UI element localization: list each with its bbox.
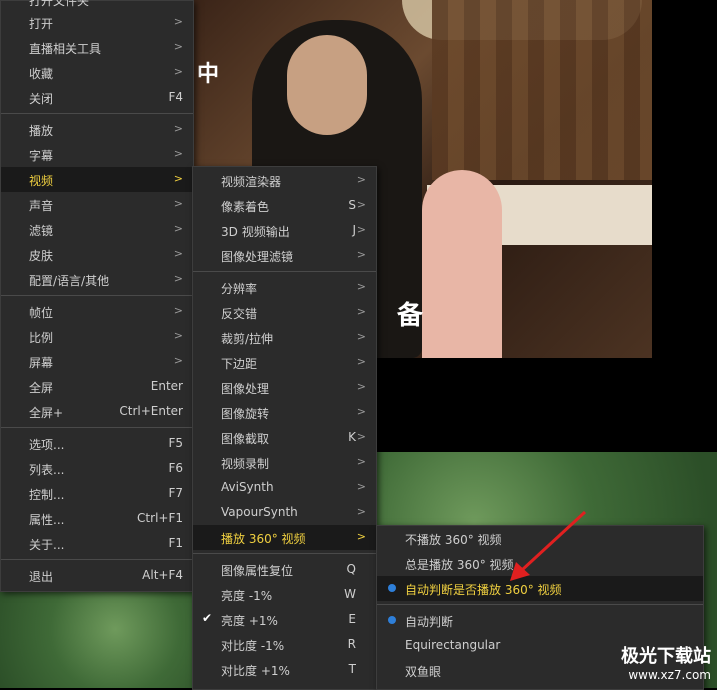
- menu-item-config[interactable]: 配置/语言/其他 >: [1, 267, 193, 292]
- chevron-right-icon: >: [356, 505, 366, 518]
- menu-item-live-tools[interactable]: 直播相关工具 >: [1, 35, 193, 60]
- menu-item-audio[interactable]: 声音 >: [1, 192, 193, 217]
- menu-item-video-record[interactable]: 视频录制 >: [193, 450, 376, 475]
- video-scene-wall: [432, 0, 652, 180]
- chevron-right-icon: >: [173, 147, 183, 160]
- menu-item-crop-stretch[interactable]: 裁剪/拉伸 >: [193, 325, 376, 350]
- chevron-right-icon: >: [356, 430, 366, 443]
- menu-item-fullscreen[interactable]: 全屏 Enter: [1, 374, 193, 399]
- menu-item-brightness-up[interactable]: ✔ 亮度 +1% E: [193, 607, 376, 632]
- chevron-right-icon: >: [356, 380, 366, 393]
- menu-item-image-processing[interactable]: 图像处理 >: [193, 375, 376, 400]
- menu-item-pixel-shader[interactable]: 像素着色 S >: [193, 193, 376, 218]
- menu-item-filters[interactable]: 滤镜 >: [1, 217, 193, 242]
- menu-item-image-reset[interactable]: 图像属性复位 Q: [193, 557, 376, 582]
- menu-item-deinterlace[interactable]: 反交错 >: [193, 300, 376, 325]
- menu-item-exit[interactable]: 退出 Alt+F4: [1, 563, 193, 588]
- menu-separator: [377, 604, 703, 605]
- menu-item-control[interactable]: 控制... F7: [1, 481, 193, 506]
- chevron-right-icon: >: [356, 248, 366, 261]
- chevron-right-icon: >: [173, 304, 183, 317]
- chevron-right-icon: >: [173, 15, 183, 28]
- chevron-right-icon: >: [356, 405, 366, 418]
- watermark-title: 极光下载站: [621, 646, 711, 667]
- main-context-menu: 打开文件夹 打开 > 直播相关工具 > 收藏 > 关闭 F4 播放 > 字幕 > 视频 > 声…: [0, 0, 194, 592]
- video-scene-head: [287, 35, 367, 135]
- menu-item-play[interactable]: 播放 >: [1, 117, 193, 142]
- video-subtitle: 中: [197, 62, 220, 87]
- chevron-right-icon: >: [173, 172, 183, 185]
- video-scene-person: [422, 170, 502, 358]
- menu-item-play-360[interactable]: 播放 360° 视频 >: [193, 525, 376, 550]
- menu-item-bottom-margin[interactable]: 下边距 >: [193, 350, 376, 375]
- chevron-right-icon: >: [356, 198, 366, 211]
- menu-separator: [193, 271, 376, 272]
- menu-item-contrast-up[interactable]: 对比度 +1% T: [193, 657, 376, 682]
- menu-separator: [1, 295, 193, 296]
- menu-item-vapoursynth[interactable]: VapourSynth >: [193, 500, 376, 525]
- menu-item-close[interactable]: 关闭 F4: [1, 85, 193, 110]
- menu-item-video-renderer[interactable]: 视频渲染器 >: [193, 168, 376, 193]
- radio-selected-icon: [388, 616, 396, 624]
- video-subtitle-2: 备: [397, 301, 424, 331]
- chevron-right-icon: >: [173, 40, 183, 53]
- menu-item-options[interactable]: 选项... F5: [1, 431, 193, 456]
- menu-item-image-rotate[interactable]: 图像旋转 >: [193, 400, 376, 425]
- menu-separator: [1, 559, 193, 560]
- menu-item-resolution[interactable]: 分辨率 >: [193, 275, 376, 300]
- menu-separator: [193, 553, 376, 554]
- chevron-right-icon: >: [173, 247, 183, 260]
- menu-item-frame[interactable]: 帧位 >: [1, 299, 193, 324]
- chevron-right-icon: >: [356, 305, 366, 318]
- menu-item-always-360[interactable]: 总是播放 360° 视频: [377, 551, 703, 576]
- chevron-right-icon: >: [356, 330, 366, 343]
- chevron-right-icon: >: [173, 122, 183, 135]
- menu-item-contrast-down[interactable]: 对比度 -1% R: [193, 632, 376, 657]
- watermark: 极光下载站 www.xz7.com: [621, 642, 711, 682]
- menu-item-video[interactable]: 视频 >: [1, 167, 193, 192]
- watermark-url: www.xz7.com: [628, 668, 711, 682]
- chevron-right-icon: >: [173, 222, 183, 235]
- chevron-right-icon: >: [356, 223, 366, 236]
- background-forest-left: [0, 590, 192, 688]
- menu-item-subtitles[interactable]: 字幕 >: [1, 142, 193, 167]
- menu-item-screenshot[interactable]: 图像截取 K >: [193, 425, 376, 450]
- menu-item-fullscreen-plus[interactable]: 全屏+ Ctrl+Enter: [1, 399, 193, 424]
- menu-item-ratio[interactable]: 比例 >: [1, 324, 193, 349]
- menu-item-auto-360[interactable]: 自动判断是否播放 360° 视频: [377, 576, 703, 601]
- menu-item-avisynth[interactable]: AviSynth >: [193, 475, 376, 500]
- chevron-right-icon: >: [356, 480, 366, 493]
- checkmark-icon: ✔: [202, 611, 213, 625]
- chevron-right-icon: >: [173, 354, 183, 367]
- menu-separator: [1, 113, 193, 114]
- radio-selected-icon: [388, 584, 396, 592]
- chevron-right-icon: >: [356, 355, 366, 368]
- menu-item-no-360[interactable]: 不播放 360° 视频: [377, 526, 703, 551]
- menu-item-3d-output[interactable]: 3D 视频输出 J >: [193, 218, 376, 243]
- menu-item-skin[interactable]: 皮肤 >: [1, 242, 193, 267]
- menu-item-brightness-down[interactable]: 亮度 -1% W: [193, 582, 376, 607]
- chevron-right-icon: >: [173, 197, 183, 210]
- menu-item-playlist[interactable]: 列表... F6: [1, 456, 193, 481]
- menu-item-auto-detect[interactable]: 自动判断: [377, 608, 703, 633]
- chevron-right-icon: >: [356, 173, 366, 186]
- chevron-right-icon: >: [356, 530, 366, 543]
- menu-item-about[interactable]: 关于... F1: [1, 531, 193, 556]
- chevron-right-icon: >: [356, 455, 366, 468]
- chevron-right-icon: >: [173, 329, 183, 342]
- menu-item-image-filters[interactable]: 图像处理滤镜 >: [193, 243, 376, 268]
- menu-item-favorites[interactable]: 收藏 >: [1, 60, 193, 85]
- menu-item-properties[interactable]: 属性... Ctrl+F1: [1, 506, 193, 531]
- menu-item-open[interactable]: 打开 >: [1, 10, 193, 35]
- video-submenu: 视频渲染器 > 像素着色 S > 3D 视频输出 J > 图像处理滤镜 > 分辨率 > 反交错…: [192, 166, 377, 690]
- chevron-right-icon: >: [356, 280, 366, 293]
- chevron-right-icon: >: [173, 272, 183, 285]
- menu-separator: [1, 427, 193, 428]
- chevron-right-icon: >: [173, 65, 183, 78]
- menu-item-screen[interactable]: 屏幕 >: [1, 349, 193, 374]
